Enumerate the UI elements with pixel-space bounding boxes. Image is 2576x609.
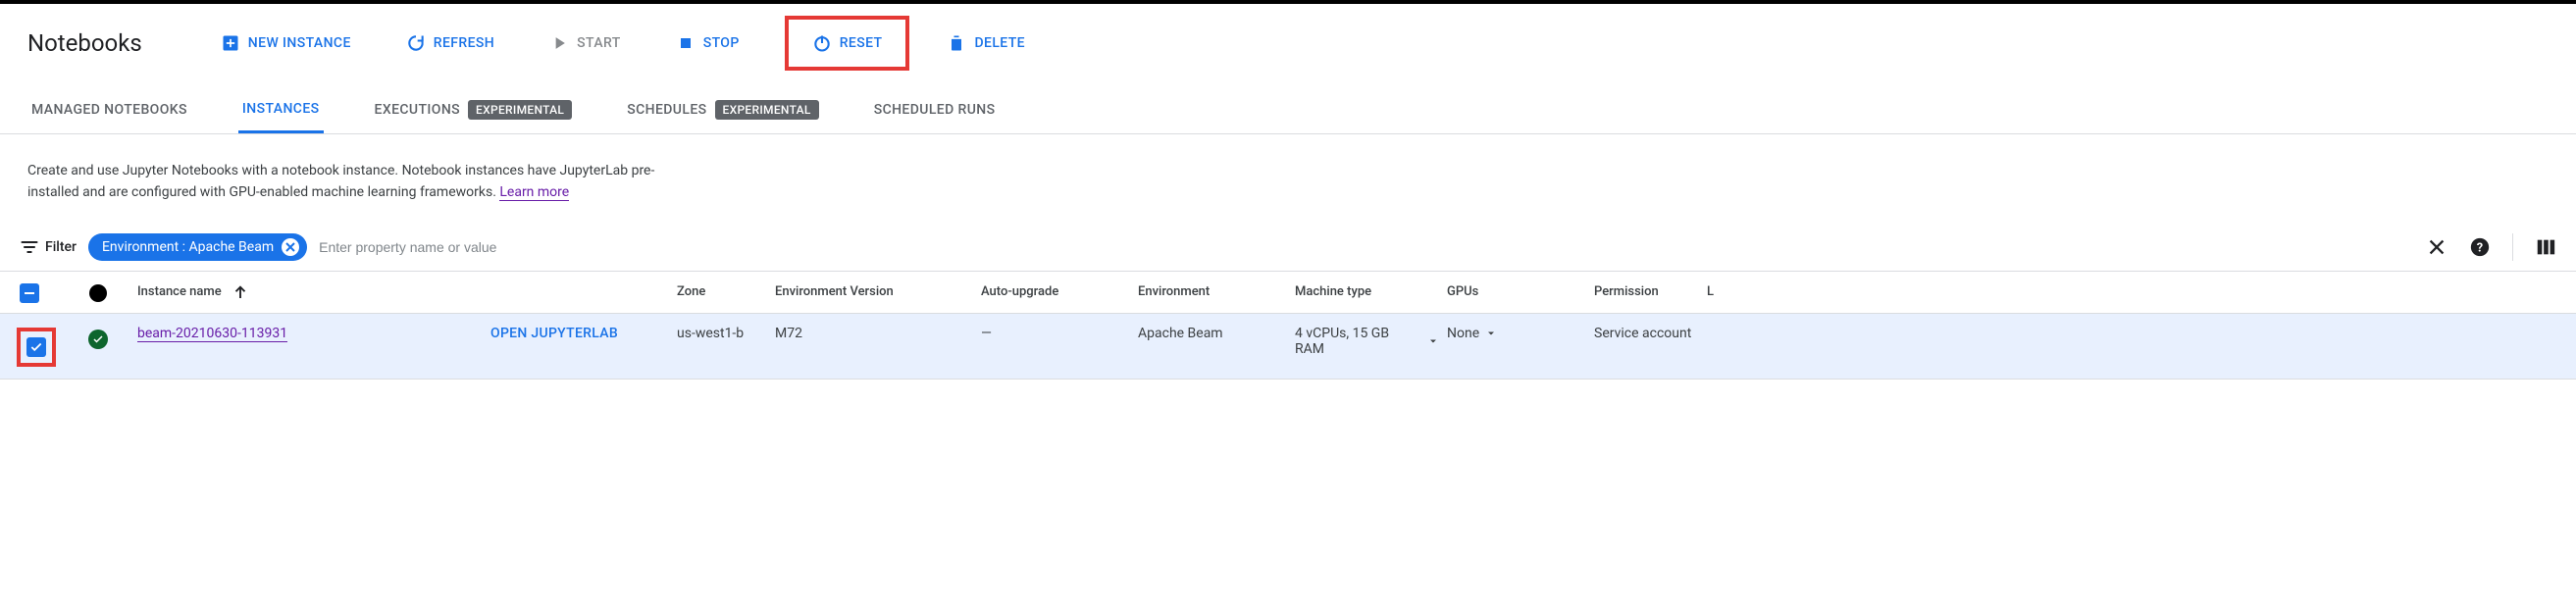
filter-chip-text: Environment : Apache Beam xyxy=(102,239,274,255)
play-icon xyxy=(549,33,569,53)
reset-button[interactable]: RESET xyxy=(802,27,893,59)
open-jupyterlab-link[interactable]: OPEN JUPYTERLAB xyxy=(490,326,618,341)
row-gpus-label: None xyxy=(1447,326,1479,341)
col-auto-upgrade[interactable]: Auto-upgrade xyxy=(981,284,1138,299)
filter-input[interactable] xyxy=(319,239,2414,255)
tab-instances[interactable]: INSTANCES xyxy=(238,91,324,133)
filter-label-group: Filter xyxy=(20,237,77,257)
tab-managed-notebooks[interactable]: MANAGED NOTEBOOKS xyxy=(27,92,191,131)
trash-icon xyxy=(947,33,966,53)
reset-highlight: RESET xyxy=(785,16,910,71)
row-permission: Service account xyxy=(1594,326,1707,341)
tabs: MANAGED NOTEBOOKS INSTANCES EXECUTIONS E… xyxy=(0,90,2576,134)
filter-chip[interactable]: Environment : Apache Beam xyxy=(88,233,307,261)
row-environment: Apache Beam xyxy=(1138,326,1295,341)
columns-icon[interactable] xyxy=(2535,236,2556,258)
experimental-badge: EXPERIMENTAL xyxy=(468,100,572,120)
stop-label: STOP xyxy=(703,35,740,51)
new-instance-button[interactable]: NEW INSTANCE xyxy=(211,27,361,59)
col-zone[interactable]: Zone xyxy=(677,284,775,299)
intro-text: Create and use Jupyter Notebooks with a … xyxy=(0,134,687,224)
filter-icon xyxy=(20,237,39,257)
experimental-badge: EXPERIMENTAL xyxy=(715,100,819,120)
col-environment[interactable]: Environment xyxy=(1138,284,1295,299)
delete-label: DELETE xyxy=(974,35,1025,51)
power-icon xyxy=(812,33,832,53)
learn-more-link[interactable]: Learn more xyxy=(499,184,569,201)
tab-schedules[interactable]: SCHEDULES EXPERIMENTAL xyxy=(623,90,822,133)
row-checkbox-highlight xyxy=(17,328,56,367)
row-env-version: M72 xyxy=(775,326,981,341)
col-gpus[interactable]: GPUs xyxy=(1447,284,1594,299)
tab-executions-label: EXECUTIONS xyxy=(375,102,461,118)
filter-label-text: Filter xyxy=(45,239,77,255)
arrow-up-icon xyxy=(232,283,249,301)
col-env-version[interactable]: Environment Version xyxy=(775,284,981,299)
status-running-icon xyxy=(88,330,108,349)
col-machine-type[interactable]: Machine type xyxy=(1295,284,1447,299)
svg-text:?: ? xyxy=(2477,240,2483,255)
refresh-icon xyxy=(406,33,426,53)
delete-button[interactable]: DELETE xyxy=(937,27,1035,59)
row-checkbox[interactable] xyxy=(26,337,46,357)
col-instance-name-label: Instance name xyxy=(137,284,222,299)
refresh-button[interactable]: REFRESH xyxy=(396,27,504,59)
table-row[interactable]: beam-20210630-113931 OPEN JUPYTERLAB us-… xyxy=(0,314,2576,380)
filter-right-tools: ? xyxy=(2426,233,2556,261)
start-button[interactable]: START xyxy=(540,27,631,59)
new-instance-label: NEW INSTANCE xyxy=(248,35,351,51)
status-column-icon xyxy=(89,284,107,302)
row-gpus-dropdown[interactable]: None xyxy=(1447,326,1497,341)
filter-bar: Filter Environment : Apache Beam ? xyxy=(0,224,2576,271)
divider xyxy=(2512,233,2513,261)
start-label: START xyxy=(577,35,621,51)
reset-label: RESET xyxy=(840,35,883,51)
instance-name-link[interactable]: beam-20210630-113931 xyxy=(137,326,287,342)
row-machine-type-dropdown[interactable]: 4 vCPUs, 15 GB RAM xyxy=(1295,326,1439,357)
add-box-icon xyxy=(221,33,240,53)
tab-scheduled-runs[interactable]: SCHEDULED RUNS xyxy=(870,92,1000,131)
select-all-checkbox[interactable] xyxy=(20,283,39,303)
col-instance-name[interactable]: Instance name xyxy=(137,283,490,301)
stop-button[interactable]: STOP xyxy=(666,27,749,59)
caret-down-icon xyxy=(1427,335,1439,347)
col-permission[interactable]: Permission xyxy=(1594,284,1707,299)
row-machine-type-label: 4 vCPUs, 15 GB RAM xyxy=(1295,326,1421,357)
refresh-label: REFRESH xyxy=(434,35,494,51)
row-auto-upgrade: — xyxy=(981,326,1138,341)
caret-down-icon xyxy=(1485,328,1497,339)
header: Notebooks NEW INSTANCE REFRESH START STO… xyxy=(0,4,2576,90)
stop-icon xyxy=(676,33,696,53)
tab-executions[interactable]: EXECUTIONS EXPERIMENTAL xyxy=(371,90,577,133)
row-zone: us-west1-b xyxy=(677,326,775,341)
filter-chip-remove-icon[interactable] xyxy=(282,238,299,256)
col-labels-cutoff: L xyxy=(1707,284,1849,299)
table-header: Instance name Zone Environment Version A… xyxy=(0,271,2576,314)
tab-schedules-label: SCHEDULES xyxy=(627,102,706,118)
clear-filter-icon[interactable] xyxy=(2426,236,2447,258)
page-title: Notebooks xyxy=(27,29,142,57)
help-icon[interactable]: ? xyxy=(2469,236,2491,258)
